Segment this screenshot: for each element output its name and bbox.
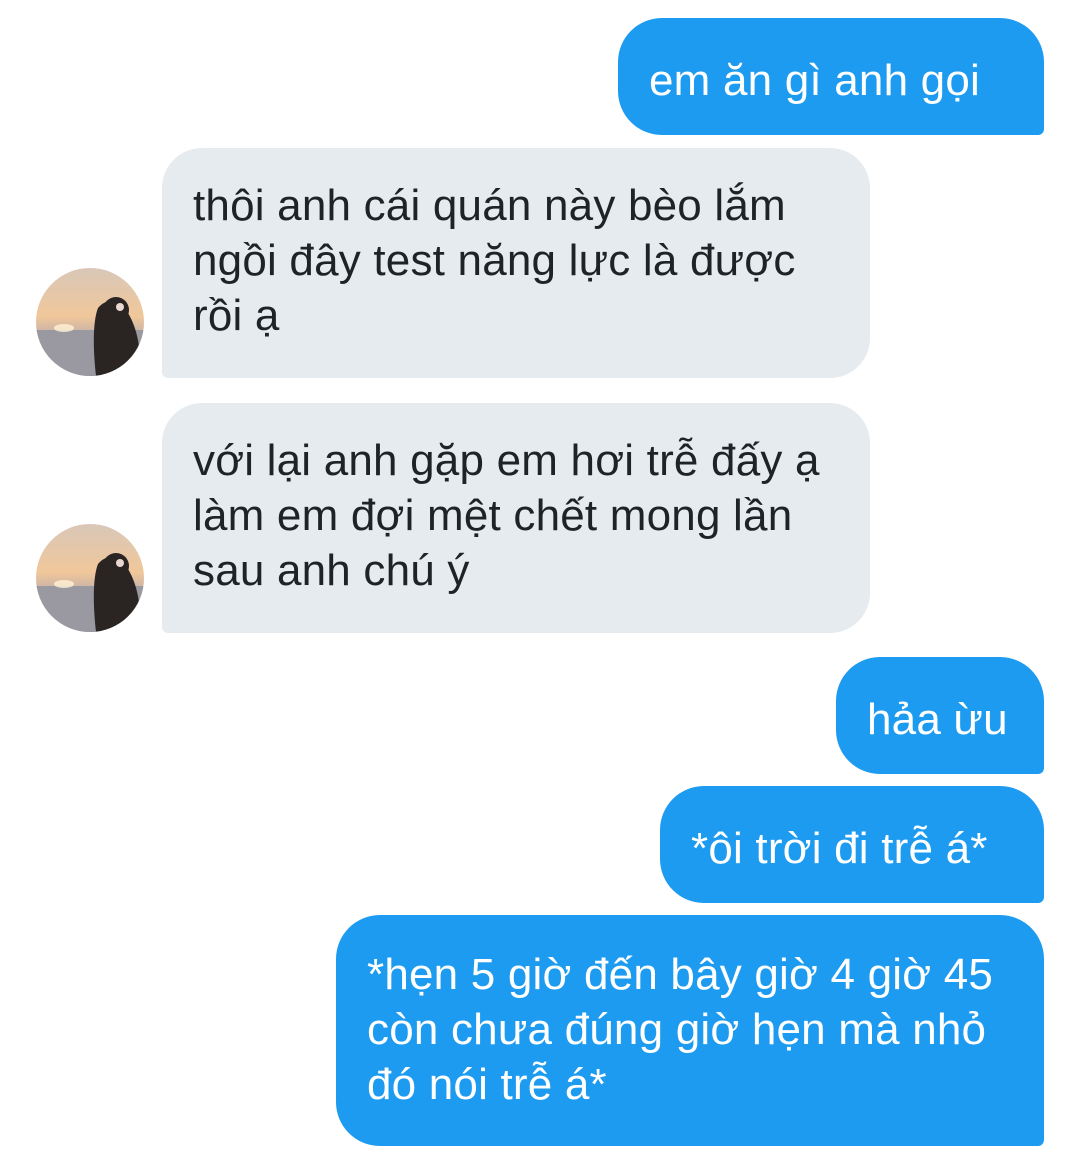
message-bubble-outgoing[interactable]: *hẹn 5 giờ đến bây giờ 4 giờ 45 còn chưa… xyxy=(336,915,1044,1146)
message-bubble-incoming[interactable]: thôi anh cái quán này bèo lắm ngồi đây t… xyxy=(162,148,870,378)
message-bubble-outgoing[interactable]: *ôi trời đi trễ á* xyxy=(660,786,1044,903)
message-bubble-incoming[interactable]: với lại anh gặp em hơi trễ đấy ạ làm em … xyxy=(162,403,870,633)
contact-avatar-photo-icon[interactable] xyxy=(36,268,144,376)
message-bubble-outgoing[interactable]: hảa ừu xyxy=(836,657,1044,774)
contact-avatar-photo-icon[interactable] xyxy=(36,524,144,632)
message-bubble-outgoing[interactable]: em ăn gì anh gọi xyxy=(618,18,1044,135)
